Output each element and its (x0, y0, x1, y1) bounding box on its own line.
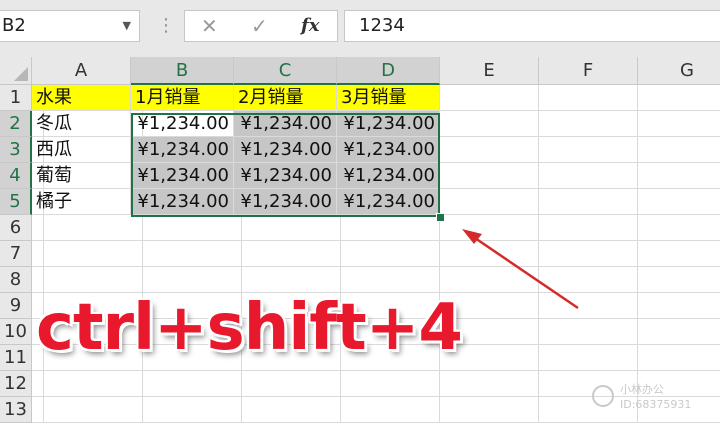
watermark-logo-icon (592, 385, 614, 407)
row-header-12[interactable]: 12 (0, 371, 32, 397)
column-header-d[interactable]: D (337, 57, 440, 85)
cell-a1[interactable]: 水果 (32, 85, 131, 111)
row-header-10[interactable]: 10 (0, 319, 32, 345)
drag-handle-icon[interactable]: ⋮ (157, 14, 175, 38)
row-header-8[interactable]: 8 (0, 267, 32, 293)
cell-a3[interactable]: 西瓜 (32, 137, 131, 163)
column-header-f[interactable]: F (539, 57, 638, 85)
row-header-3[interactable]: 3 (0, 137, 32, 163)
cancel-icon[interactable]: ✕ (201, 14, 218, 38)
watermark-name: 小林办公 (620, 383, 664, 396)
cell-c5[interactable]: ¥1,234.00 (234, 189, 337, 215)
cell-d1[interactable]: 3月销量 (337, 85, 440, 111)
column-header-g[interactable]: G (638, 57, 720, 85)
row-header-6[interactable]: 6 (0, 215, 32, 241)
row-header-9[interactable]: 9 (0, 293, 32, 319)
insert-function-icon[interactable]: fx (301, 15, 319, 36)
cell-b4[interactable]: ¥1,234.00 (131, 163, 234, 189)
formula-buttons: ✕ ✓ fx (184, 10, 338, 42)
cell-c1[interactable]: 2月销量 (234, 85, 337, 111)
cell-c3[interactable]: ¥1,234.00 (234, 137, 337, 163)
formula-bar-area: B2 ▼ ⋮ ✕ ✓ fx 1234 (0, 0, 720, 57)
row-header-1[interactable]: 1 (0, 85, 32, 111)
cell-c4[interactable]: ¥1,234.00 (234, 163, 337, 189)
cell-d5[interactable]: ¥1,234.00 (337, 189, 440, 215)
row-header-7[interactable]: 7 (0, 241, 32, 267)
column-header-c[interactable]: C (234, 57, 337, 85)
row-header-13[interactable]: 13 (0, 397, 32, 423)
row-header-2[interactable]: 2 (0, 111, 32, 137)
chevron-down-icon[interactable]: ▼ (123, 11, 131, 41)
cell-b5[interactable]: ¥1,234.00 (131, 189, 234, 215)
cell-d2[interactable]: ¥1,234.00 (337, 111, 440, 137)
cell-d3[interactable]: ¥1,234.00 (337, 137, 440, 163)
select-all-button[interactable] (0, 57, 32, 85)
column-header-e[interactable]: E (440, 57, 539, 85)
cell-b2[interactable]: ¥1,234.00 (131, 111, 234, 137)
cell-d4[interactable]: ¥1,234.00 (337, 163, 440, 189)
row-header-5[interactable]: 5 (0, 189, 32, 215)
cell-b1[interactable]: 1月销量 (131, 85, 234, 111)
shortcut-caption: ctrl+shift+4 (36, 291, 463, 365)
column-header-a[interactable]: A (32, 57, 131, 85)
column-header-b[interactable]: B (131, 57, 234, 85)
fill-handle[interactable] (436, 213, 445, 222)
row-header-4[interactable]: 4 (0, 163, 32, 189)
cell-a5[interactable]: 橘子 (32, 189, 131, 215)
row-header-11[interactable]: 11 (0, 345, 32, 371)
cell-c2[interactable]: ¥1,234.00 (234, 111, 337, 137)
formula-input[interactable]: 1234 (344, 10, 720, 42)
select-all-icon (14, 67, 28, 81)
cell-a2[interactable]: 冬瓜 (32, 111, 131, 137)
name-box[interactable]: B2 ▼ (0, 10, 140, 42)
cell-a4[interactable]: 葡萄 (32, 163, 131, 189)
name-box-value: B2 (2, 15, 26, 36)
enter-icon[interactable]: ✓ (251, 14, 268, 38)
watermark-id: ID:68375931 (620, 398, 692, 411)
cell-b3[interactable]: ¥1,234.00 (131, 137, 234, 163)
